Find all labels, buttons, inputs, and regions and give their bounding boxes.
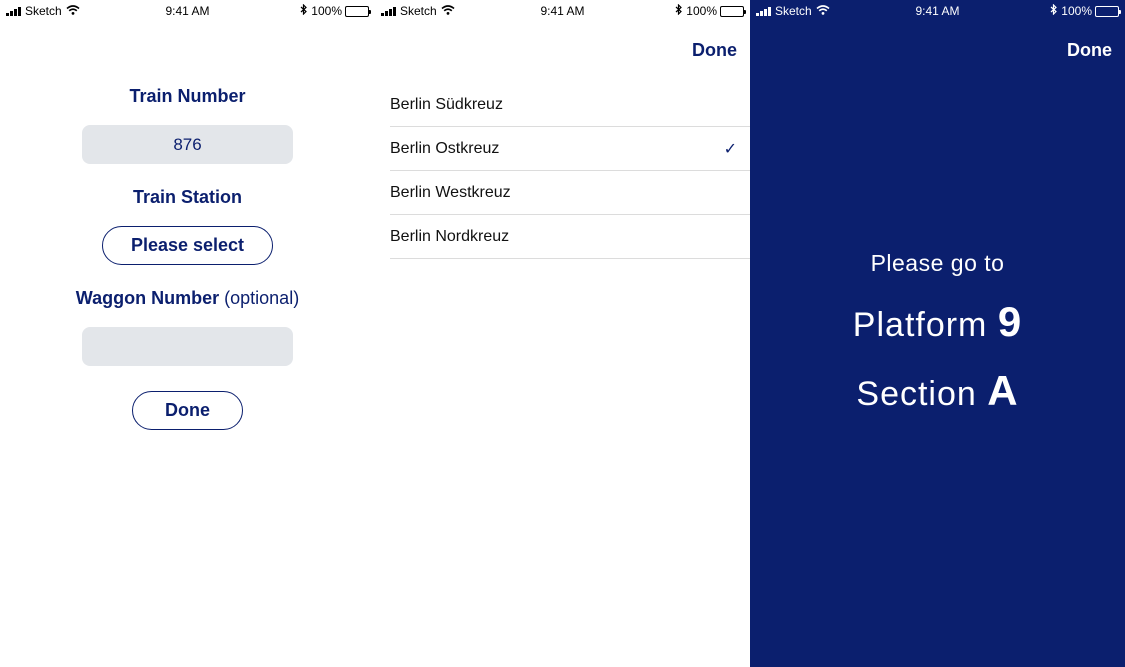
bluetooth-icon <box>675 3 683 18</box>
waggon-number-label: Waggon Number (optional) <box>0 288 375 309</box>
station-name: Berlin Ostkreuz <box>390 139 500 157</box>
train-station-label: Train Station <box>132 187 242 207</box>
waggon-label-text: Waggon Number <box>75 288 220 308</box>
result-intro: Please go to <box>870 250 1005 276</box>
checkmark-icon: ✓ <box>723 140 737 158</box>
battery-icon <box>720 5 746 17</box>
section-line: Section A <box>750 367 1125 415</box>
form-screen: Sketch 9:41 AM 100% Train Number 876 Tra… <box>0 0 375 667</box>
station-name: Berlin Südkreuz <box>390 95 503 113</box>
picker-done-button[interactable]: Done <box>692 40 737 61</box>
battery-percent: 100% <box>686 4 717 18</box>
platform-label: Platform <box>852 306 988 344</box>
bluetooth-icon <box>1050 3 1058 18</box>
result-done-button[interactable]: Done <box>1067 40 1112 61</box>
battery-percent: 100% <box>1061 4 1092 18</box>
bluetooth-icon <box>300 3 308 18</box>
train-number-label: Train Number <box>129 86 246 106</box>
train-number-input[interactable]: 876 <box>82 125 293 164</box>
status-bar: Sketch 9:41 AM 100% <box>0 0 375 22</box>
station-name: Berlin Nordkreuz <box>390 227 510 245</box>
battery-icon <box>1095 5 1121 17</box>
section-letter: A <box>987 367 1019 414</box>
status-bar: Sketch 9:41 AM 100% <box>750 0 1125 22</box>
section-label: Section <box>856 375 977 413</box>
status-bar: Sketch 9:41 AM 100% <box>375 0 750 22</box>
platform-line: Platform 9 <box>750 298 1125 346</box>
battery-icon <box>345 5 371 17</box>
waggon-optional-text: (optional) <box>224 288 300 308</box>
battery-percent: 100% <box>311 4 342 18</box>
station-row-suedkreuz[interactable]: Berlin Südkreuz <box>390 83 750 127</box>
station-picker-screen: Sketch 9:41 AM 100% Done Berlin Südkreuz… <box>375 0 750 667</box>
station-row-ostkreuz[interactable]: Berlin Ostkreuz ✓ <box>390 127 750 171</box>
station-name: Berlin Westkreuz <box>390 183 511 201</box>
station-select-button[interactable]: Please select <box>102 226 273 265</box>
station-row-nordkreuz[interactable]: Berlin Nordkreuz <box>390 215 750 259</box>
done-button[interactable]: Done <box>132 391 243 430</box>
station-row-westkreuz[interactable]: Berlin Westkreuz <box>390 171 750 215</box>
waggon-number-input[interactable] <box>82 327 293 366</box>
result-screen: Sketch 9:41 AM 100% Done Please go to Pl… <box>750 0 1125 667</box>
platform-number: 9 <box>997 298 1023 345</box>
station-list: Berlin Südkreuz Berlin Ostkreuz ✓ Berlin… <box>390 83 750 259</box>
